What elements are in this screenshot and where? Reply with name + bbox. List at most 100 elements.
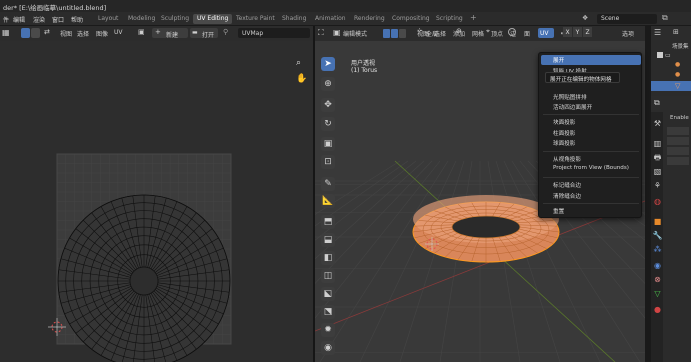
torus-outliner-row[interactable]: ▽: [651, 81, 691, 91]
menu-file[interactable]: 件: [3, 15, 9, 24]
menu-edit[interactable]: 编辑: [13, 15, 25, 24]
cursor-tool-icon[interactable]: ⊕: [321, 77, 335, 91]
properties-editor-icon[interactable]: ⧉: [654, 98, 660, 108]
constraints-tab-icon[interactable]: ⊗: [652, 274, 663, 285]
data-tab-icon[interactable]: ▽: [652, 288, 663, 299]
measure-tool-icon[interactable]: 📐: [321, 194, 335, 208]
tab-shading[interactable]: Shading: [278, 14, 310, 24]
inset-tool-icon[interactable]: ⬓: [321, 233, 335, 247]
filter-icon[interactable]: ⊞: [673, 28, 679, 36]
transform-tool-icon[interactable]: ⊡: [321, 155, 335, 169]
menu-item-project-from-view-bounds[interactable]: Project from View (Bounds): [553, 165, 629, 171]
menu-item-cylinder-projection[interactable]: 柱面投影: [553, 129, 575, 137]
menu-item-unwrap[interactable]: 展开: [553, 56, 564, 64]
material-tab-icon[interactable]: ●: [652, 304, 663, 315]
annotate-tool-icon[interactable]: ✎: [321, 177, 335, 191]
uvmap-field[interactable]: UVMap: [238, 28, 310, 38]
menu-help[interactable]: 帮助: [71, 15, 83, 24]
object-tab-icon[interactable]: ■: [652, 216, 663, 227]
view3d-menu-vertex[interactable]: 顶点: [491, 29, 503, 38]
tab-compositing[interactable]: Compositing: [388, 14, 434, 24]
view3d-menu-mesh[interactable]: 网格: [472, 29, 484, 38]
select-mode-icon[interactable]: [21, 28, 30, 38]
output-tab-icon[interactable]: 🖶: [652, 152, 663, 163]
particles-tab-icon[interactable]: ⁂: [652, 244, 663, 255]
knife-tool-icon[interactable]: ⬕: [321, 287, 335, 301]
tab-rendering[interactable]: Rendering: [350, 14, 389, 24]
options-menu[interactable]: 选项: [622, 29, 634, 38]
pivot-icon[interactable]: ⊛: [456, 27, 462, 35]
poly-build-tool-icon[interactable]: ⬔: [321, 305, 335, 319]
view3d-menu-uv[interactable]: UV: [538, 28, 554, 38]
collection-checkbox[interactable]: [657, 52, 663, 58]
new-image-button[interactable]: + 新建: [152, 28, 188, 39]
global-orientation[interactable]: ⊹ 全局: [417, 27, 453, 38]
tab-layout[interactable]: Layout: [94, 14, 122, 24]
pin-icon[interactable]: ⚲: [223, 28, 228, 36]
extrude-tool-icon[interactable]: ⬒: [321, 215, 335, 229]
move-tool-icon[interactable]: ✥: [321, 98, 335, 112]
axis-z-toggle[interactable]: Z: [583, 27, 592, 37]
axis-x-toggle[interactable]: X: [563, 27, 572, 37]
tab-animation[interactable]: Animation: [311, 14, 350, 24]
scene-selector[interactable]: Scene: [597, 14, 657, 24]
scale-tool-icon[interactable]: ▣: [321, 137, 335, 151]
proportional-edit-icon[interactable]: [508, 28, 516, 36]
uv-menu-image[interactable]: 图像: [96, 29, 108, 38]
loop-cut-tool-icon[interactable]: ◫: [321, 269, 335, 283]
prop-row-3[interactable]: [667, 147, 689, 155]
modifier-tab-icon[interactable]: 🔧: [652, 230, 663, 241]
vertex-select-icon[interactable]: [383, 29, 390, 38]
menu-item-clear-seam[interactable]: 清除缝合边: [553, 192, 581, 200]
outliner-editor-icon[interactable]: ☰: [654, 28, 661, 37]
view-layer-icon[interactable]: ⧉: [662, 13, 668, 23]
hand-pan-icon[interactable]: ✋: [296, 74, 307, 84]
menu-item-sphere-projection[interactable]: 球面投影: [553, 139, 575, 147]
add-workspace-button[interactable]: +: [466, 12, 481, 22]
editor-type-3d-icon[interactable]: ⛶: [318, 28, 324, 38]
spin-tool-icon[interactable]: ✹: [321, 323, 335, 337]
menu-window[interactable]: 窗口: [52, 15, 64, 24]
menu-item-lightmap-pack[interactable]: 光照贴图拼排: [553, 93, 587, 101]
editor-type-icon[interactable]: ▦: [2, 28, 10, 37]
snap-icon[interactable]: ⌖: [486, 27, 490, 36]
select-box-tool-icon[interactable]: ➤: [321, 57, 335, 71]
uv-menu-view[interactable]: 视图: [60, 29, 72, 38]
physics-tab-icon[interactable]: ◉: [652, 260, 663, 271]
tool-tab-icon[interactable]: ⚒: [652, 118, 663, 129]
tab-modeling[interactable]: Modeling: [124, 14, 159, 24]
render-tab-icon[interactable]: ▥: [652, 138, 663, 149]
uv-viewport[interactable]: ⌕ ✋: [0, 41, 313, 362]
menu-item-mark-seam[interactable]: 标记缝合边: [553, 181, 581, 189]
view3d-menu-face[interactable]: 面: [524, 29, 530, 38]
select-extend-icon[interactable]: [31, 28, 40, 38]
prop-row-1[interactable]: [667, 127, 689, 135]
uv-menu-uv[interactable]: UV: [114, 29, 123, 36]
zoom-icon[interactable]: ⌕: [296, 58, 301, 68]
world-tab-icon[interactable]: ◍: [652, 196, 663, 207]
bevel-tool-icon[interactable]: ◧: [321, 251, 335, 265]
sync-selection-icon[interactable]: ⇄: [44, 28, 50, 36]
menu-item-reset[interactable]: 重置: [553, 207, 564, 215]
face-select-icon[interactable]: [399, 29, 406, 38]
tab-scripting[interactable]: Scripting: [432, 14, 467, 24]
image-browse-icon[interactable]: ▣: [138, 28, 145, 36]
axis-y-toggle[interactable]: Y: [573, 27, 582, 37]
tab-texture-paint[interactable]: Texture Paint: [232, 14, 279, 24]
menu-item-project-from-view[interactable]: 从视角投影: [553, 155, 581, 163]
rotate-tool-icon[interactable]: ↻: [321, 117, 335, 131]
edge-select-icon[interactable]: [391, 29, 398, 38]
mode-selector[interactable]: 编辑模式: [343, 29, 367, 38]
tab-sculpting[interactable]: Sculpting: [157, 14, 193, 24]
prop-row-2[interactable]: [667, 137, 689, 145]
tab-uv-editing[interactable]: UV Editing: [193, 14, 233, 24]
smooth-tool-icon[interactable]: ◉: [321, 341, 335, 355]
view-layer-tab-icon[interactable]: ▧: [652, 166, 663, 177]
prop-row-4[interactable]: [667, 157, 689, 165]
uv-menu-select[interactable]: 选择: [77, 29, 89, 38]
menu-render[interactable]: 渲染: [33, 15, 45, 24]
scene-tab-icon[interactable]: ⚘: [652, 180, 663, 191]
open-image-button[interactable]: ▬ 打开: [190, 28, 218, 39]
menu-item-follow-active-quads[interactable]: 活动四边面展开: [553, 103, 592, 111]
menu-item-cube-projection[interactable]: 块面投影: [553, 118, 575, 126]
